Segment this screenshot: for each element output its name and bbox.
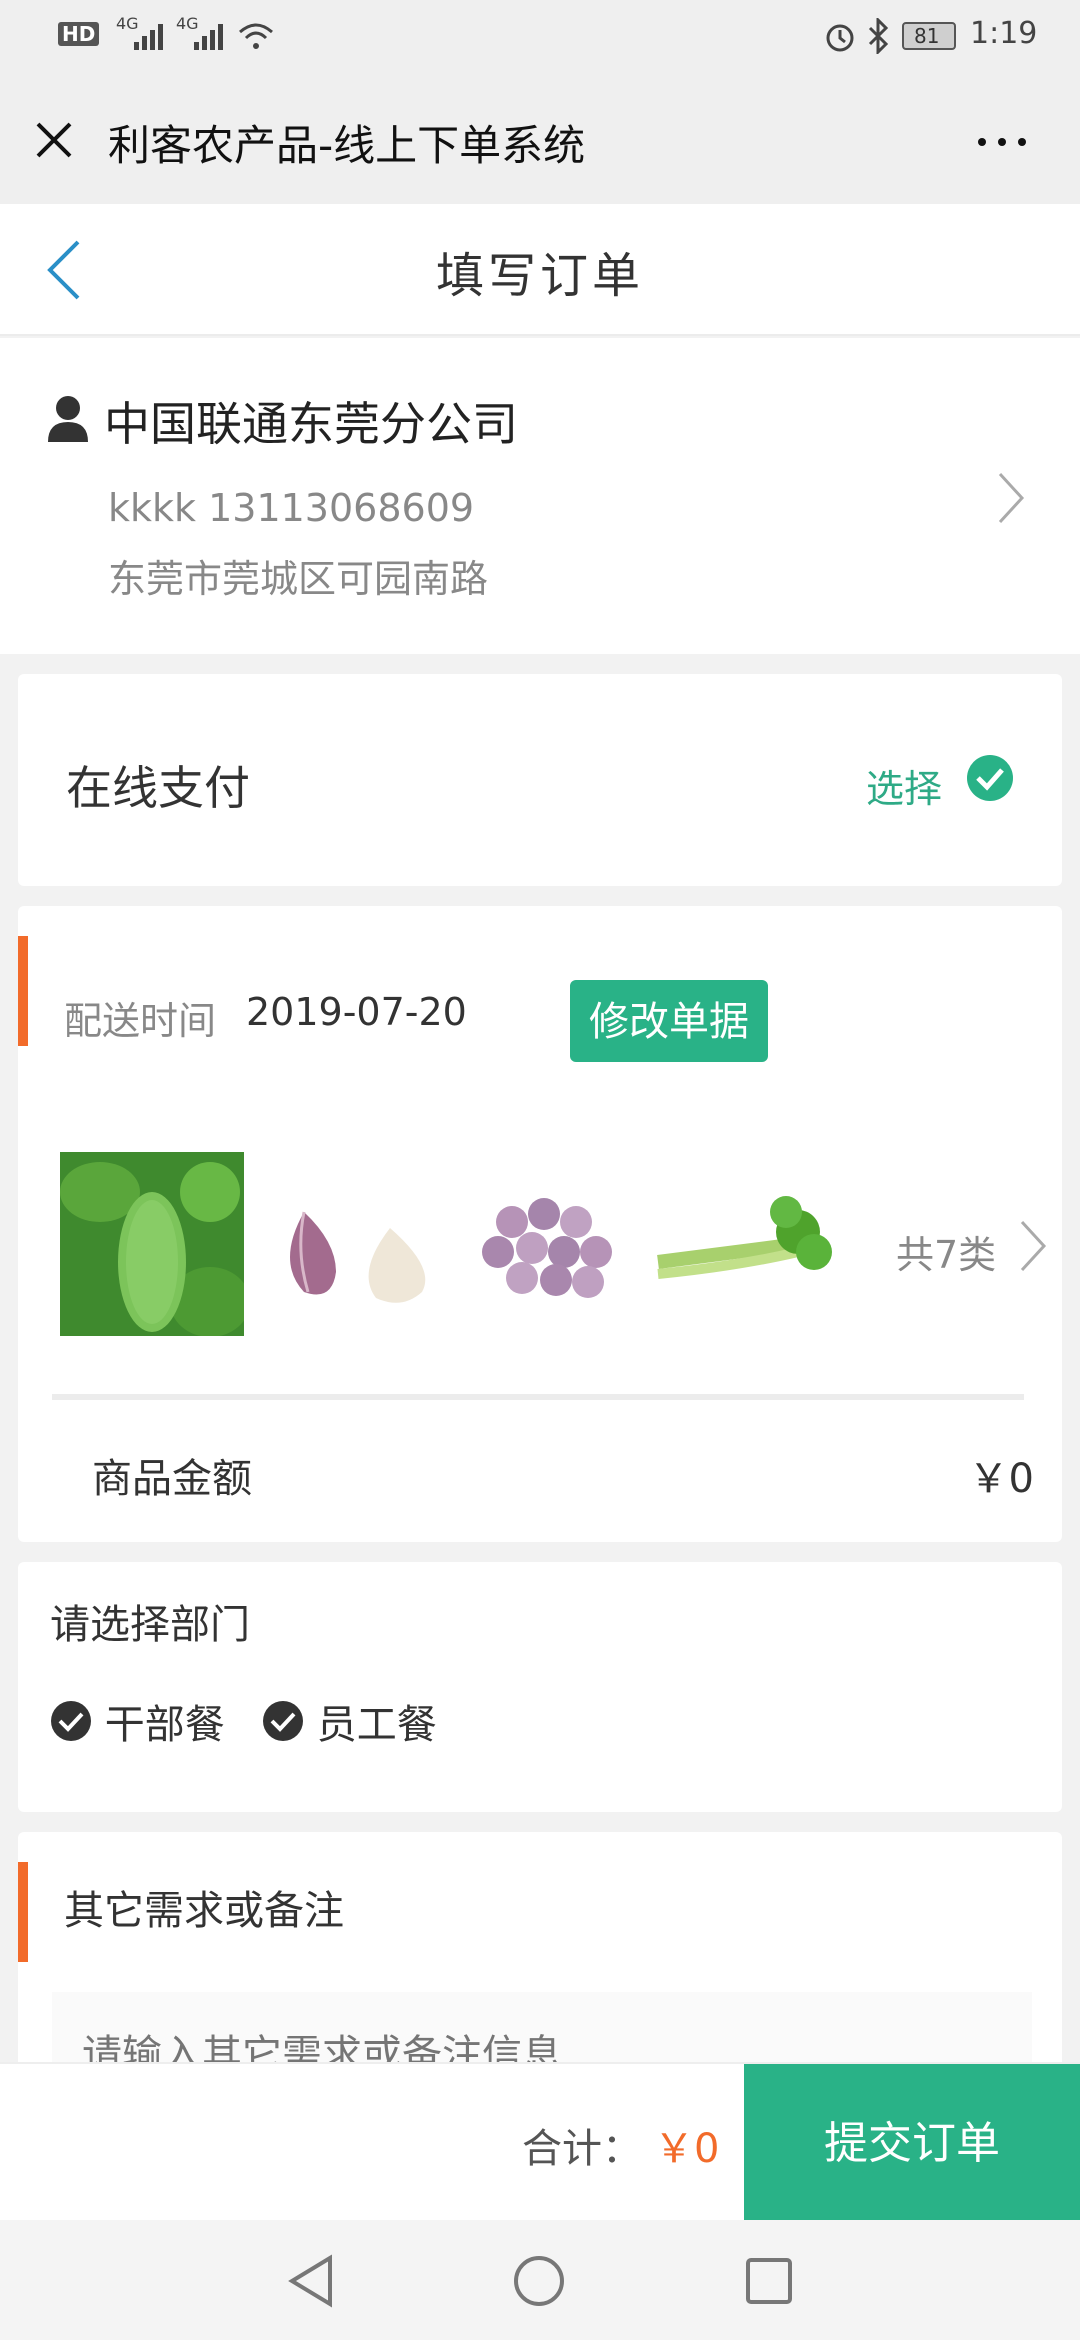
system-nav-bar [0,2220,1080,2340]
close-icon[interactable] [32,118,76,162]
alarm-icon [826,24,854,52]
purple-garlic-image [452,1152,636,1336]
page-header: 填写订单 [0,204,1080,336]
department-card: 请选择部门 干部餐 员工餐 [18,1562,1062,1812]
app-title: 利客农产品-线上下单系统 [108,121,586,170]
check-circle-icon [263,1701,303,1741]
loofah-image [60,1152,244,1336]
nav-home-icon[interactable] [512,2254,566,2308]
divider [52,1394,1024,1400]
total-value: ￥0 [654,2126,720,2172]
status-bar: HD 4G 4G 81 1:19 [0,0,1080,72]
contact-info: kkkk 13113068609 [108,486,475,530]
chevron-right-icon[interactable] [1018,1218,1048,1274]
company-name: 中国联通东莞分公司 [104,397,518,451]
bottom-bar: 合计： ￥0 提交订单 [0,2062,1080,2222]
department-option-label: 干部餐 [104,1702,225,1748]
check-circle-icon [51,1701,91,1741]
delivery-date: 2019-07-20 [246,990,467,1034]
address-street: 东莞市莞城区可园南路 [108,557,489,601]
submit-order-button[interactable]: 提交订单 [744,2064,1080,2222]
accent-bar [18,1862,28,1962]
celery-image [648,1152,832,1336]
notes-title: 其它需求或备注 [64,1888,344,1934]
check-circle-icon [967,755,1013,801]
order-card: 配送时间 2019-07-20 修改单据 共7类 商品金额 ￥0 [18,906,1062,1542]
edit-order-button[interactable]: 修改单据 [570,980,768,1062]
battery-level: 81 [914,24,940,48]
more-icon[interactable] [976,134,1028,150]
address-card[interactable]: 中国联通东莞分公司 kkkk 13113068609 东莞市莞城区可园南路 [0,338,1080,654]
battery-icon: 81 [902,22,956,50]
hd-badge: HD [58,22,100,46]
notes-card: 其它需求或备注 [18,1832,1062,2092]
clock: 1:19 [970,16,1038,51]
category-count[interactable]: 共7类 [896,1224,996,1279]
garlic-image [256,1152,440,1336]
signal-icon-2 [194,24,223,50]
payment-card[interactable]: 在线支付 选择 [18,674,1062,886]
bluetooth-icon [868,18,889,54]
wifi-icon [239,23,273,49]
department-option-cadre[interactable]: 干部餐 [50,1692,225,1750]
signal-icon-1 [134,24,163,50]
goods-amount-label: 商品金额 [92,1456,252,1502]
chevron-right-icon [998,472,1025,524]
total-label: 合计： [522,2126,642,2172]
goods-amount-value: ￥0 [968,1456,1034,1502]
department-option-label: 员工餐 [316,1702,437,1748]
wechat-header: 利客农产品-线上下单系统 [0,72,1080,204]
nav-recent-icon[interactable] [744,2256,794,2306]
user-icon [48,396,88,442]
payment-label: 在线支付 [66,761,250,815]
accent-bar [18,936,28,1046]
page-title: 填写订单 [435,248,644,304]
delivery-label: 配送时间 [64,999,217,1043]
department-title: 请选择部门 [50,1602,250,1648]
payment-choose-label: 选择 [865,767,942,811]
nav-back-icon[interactable] [286,2254,336,2308]
department-option-staff[interactable]: 员工餐 [262,1692,437,1750]
